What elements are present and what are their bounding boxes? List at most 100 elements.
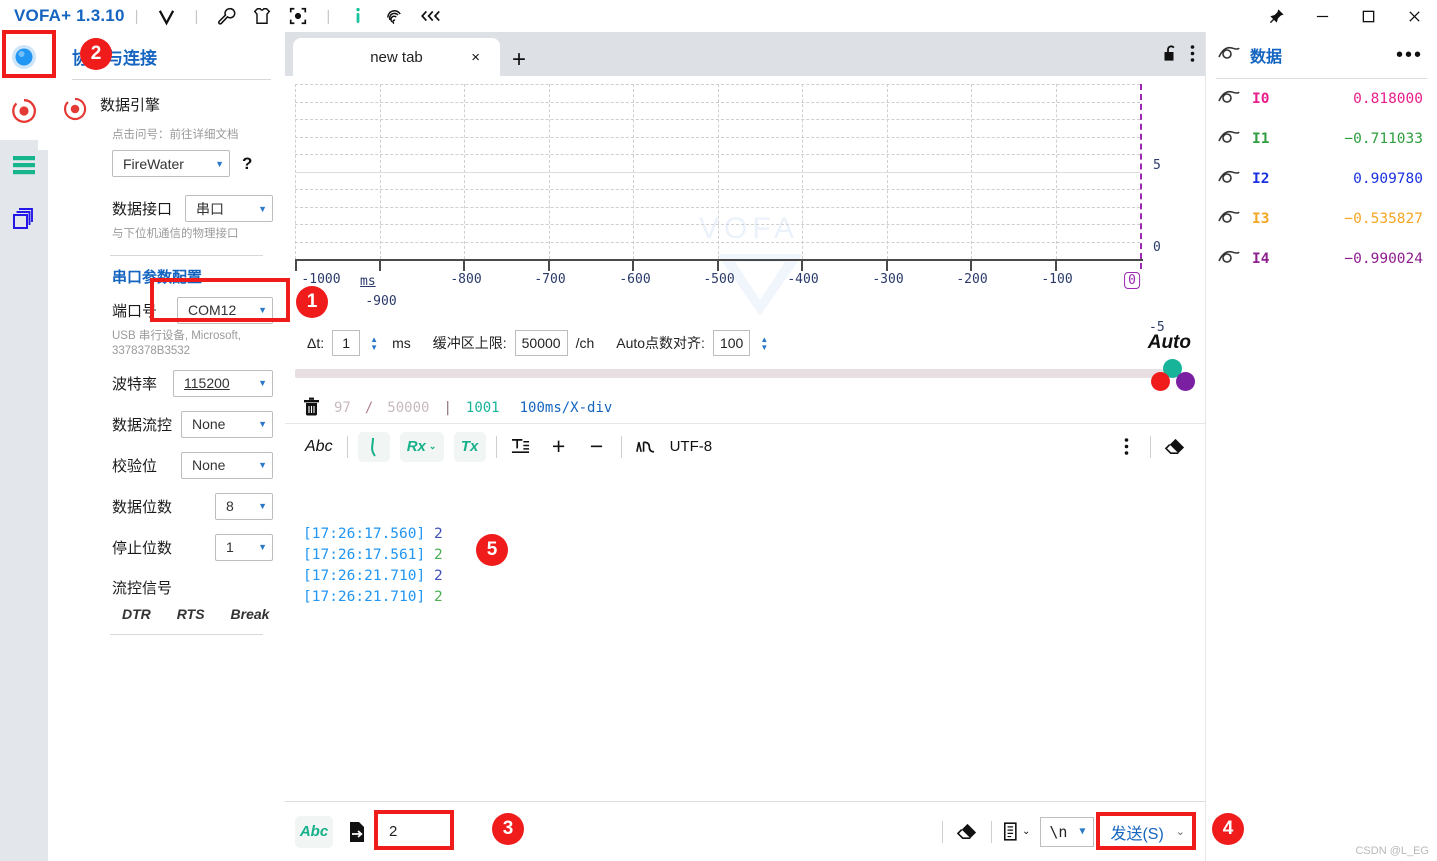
info-icon[interactable] bbox=[345, 3, 371, 29]
wrench-icon[interactable] bbox=[213, 3, 239, 29]
close-icon[interactable] bbox=[1391, 0, 1437, 32]
parity-value: None bbox=[192, 457, 226, 474]
break-button[interactable]: Break bbox=[231, 606, 270, 622]
target-icon[interactable] bbox=[285, 3, 311, 29]
slider-knob-purple[interactable] bbox=[1176, 372, 1195, 391]
y-tick-0: 0 bbox=[1153, 240, 1161, 255]
baudrate-value: 115200 bbox=[184, 375, 230, 392]
file-send-icon[interactable] bbox=[343, 818, 371, 846]
data-engine-select[interactable]: FireWater ▼ bbox=[112, 150, 230, 177]
parity-select[interactable]: None ▼ bbox=[181, 451, 273, 479]
flowcontrol-label: 数据流控 bbox=[112, 416, 173, 434]
add-tab-button[interactable]: + bbox=[512, 48, 526, 72]
send-button[interactable]: 发送(S) ⌄ bbox=[1104, 820, 1191, 844]
log-line: [17:26:21.710] 2 bbox=[303, 566, 1205, 587]
send-input[interactable] bbox=[381, 816, 933, 847]
data-panel-more-button[interactable]: ••• bbox=[1396, 44, 1423, 67]
sidebar-item-connection[interactable] bbox=[0, 32, 48, 86]
more-vertical-icon[interactable] bbox=[1112, 433, 1140, 461]
baudrate-select[interactable]: 115200 ▼ bbox=[173, 369, 273, 397]
chevron-down-icon: ▼ bbox=[258, 378, 267, 389]
x-tick-label-3: -700 bbox=[534, 272, 566, 287]
annotation-badge-1: 1 bbox=[296, 286, 328, 318]
sample-rate: 1001 bbox=[465, 400, 500, 416]
increase-font-button[interactable]: + bbox=[545, 433, 573, 461]
eye-icon[interactable] bbox=[1218, 89, 1240, 110]
record-icon bbox=[10, 97, 38, 130]
eraser-icon[interactable] bbox=[1161, 433, 1189, 461]
eye-icon[interactable] bbox=[1218, 129, 1240, 150]
slider-track[interactable] bbox=[295, 369, 1169, 378]
eye-icon[interactable] bbox=[1218, 249, 1240, 270]
delta-t-label: Δt: bbox=[307, 335, 325, 351]
panel-divider bbox=[72, 79, 271, 80]
data-panel-header: 数据 ••• bbox=[1206, 32, 1437, 78]
shirt-icon[interactable] bbox=[249, 3, 275, 29]
rts-button[interactable]: RTS bbox=[177, 606, 205, 622]
more-vertical-icon[interactable] bbox=[1190, 44, 1195, 68]
decrease-font-button[interactable]: − bbox=[583, 433, 611, 461]
tab-new-tab[interactable]: new tab × bbox=[293, 38, 500, 76]
timeline-slider[interactable] bbox=[285, 359, 1205, 391]
unlock-icon[interactable] bbox=[1162, 44, 1180, 68]
eye-icon[interactable] bbox=[1218, 209, 1240, 230]
delta-t-stepper[interactable]: ▲ ▼ bbox=[370, 335, 378, 351]
cursor-position-badge[interactable]: 0 bbox=[1124, 272, 1140, 289]
vofa-logo-icon[interactable] bbox=[154, 3, 180, 29]
waveform-plot-area[interactable]: VOFA 5 0 -5 -1000 ms -900 -800 -700 -600… bbox=[285, 76, 1205, 335]
terminal-log[interactable]: [17:26:17.560] 2 [17:26:17.561] 2 [17:26… bbox=[285, 510, 1205, 801]
data-row-i2[interactable]: I2 0.909780 bbox=[1206, 159, 1437, 199]
buffer-limit-input[interactable]: 50000 bbox=[514, 330, 568, 356]
chevron-down-icon: ▼ bbox=[258, 460, 267, 471]
history-icon[interactable]: ⌄ bbox=[1002, 818, 1030, 846]
auto-mode-label[interactable]: Auto bbox=[1148, 332, 1191, 354]
fingerprint-icon[interactable] bbox=[381, 3, 407, 29]
log-timestamp: [17:26:21.710] bbox=[303, 589, 426, 605]
data-interface-select[interactable]: 串口 ▼ bbox=[185, 195, 273, 222]
databits-select[interactable]: 8 ▼ bbox=[215, 492, 273, 520]
slider-knob-red[interactable] bbox=[1151, 372, 1170, 391]
sidebar-item-windows[interactable] bbox=[0, 194, 48, 248]
maximize-icon[interactable] bbox=[1345, 0, 1391, 32]
data-interface-value: 串口 bbox=[196, 200, 224, 217]
dtr-button[interactable]: DTR bbox=[122, 606, 151, 622]
data-row-i1[interactable]: I1 −0.711033 bbox=[1206, 119, 1437, 159]
data-row-i0[interactable]: I0 0.818000 bbox=[1206, 79, 1437, 119]
data-row-i4[interactable]: I4 −0.990024 bbox=[1206, 239, 1437, 279]
tx-toggle[interactable]: Tx bbox=[453, 431, 486, 462]
text-indent-icon[interactable] bbox=[507, 433, 535, 461]
eye-icon[interactable] bbox=[1218, 169, 1240, 190]
line-ending-select[interactable]: \n ▼ bbox=[1040, 816, 1095, 847]
curve-icon[interactable] bbox=[357, 431, 390, 462]
sidebar-item-menu[interactable] bbox=[0, 140, 48, 194]
tab-bar-actions bbox=[1162, 44, 1195, 68]
flowcontrol-select[interactable]: None ▼ bbox=[181, 410, 273, 438]
sidebar-item-record[interactable] bbox=[0, 86, 48, 150]
send-format-button[interactable]: Abc bbox=[295, 815, 333, 848]
trash-icon[interactable] bbox=[303, 397, 320, 420]
eye-icon[interactable] bbox=[1218, 45, 1240, 66]
x-tick-label-1: -900 bbox=[365, 294, 397, 309]
minimize-icon[interactable] bbox=[1299, 0, 1345, 32]
delta-t-input[interactable]: 1 bbox=[332, 330, 361, 356]
port-select[interactable]: COM12 ▼ bbox=[177, 296, 273, 324]
eraser-icon[interactable] bbox=[953, 818, 981, 846]
stopbits-select[interactable]: 1 ▼ bbox=[215, 533, 273, 561]
x-tick-label-7: -300 bbox=[872, 272, 904, 287]
auto-align-input[interactable]: 100 bbox=[712, 330, 751, 356]
auto-align-stepper[interactable]: ▲ ▼ bbox=[760, 335, 768, 351]
port-hint: USB 串行设备, Microsoft, 3378378B3532 bbox=[112, 329, 242, 358]
wave-icon[interactable] bbox=[632, 433, 660, 461]
abc-format-button[interactable]: Abc bbox=[305, 438, 333, 456]
cursor-line[interactable] bbox=[1140, 84, 1142, 269]
tab-close-icon[interactable]: × bbox=[471, 49, 480, 66]
rx-toggle[interactable]: Rx ⌄ bbox=[399, 431, 444, 462]
data-row-i3[interactable]: I3 −0.535827 bbox=[1206, 199, 1437, 239]
plot-canvas[interactable]: VOFA bbox=[295, 84, 1142, 316]
log-timestamp: [17:26:17.561] bbox=[303, 547, 426, 563]
pin-icon[interactable] bbox=[1253, 0, 1299, 32]
help-question-mark[interactable]: ? bbox=[242, 154, 252, 174]
collapse-left-icon[interactable] bbox=[417, 3, 443, 29]
flowcontrol-value: None bbox=[192, 416, 226, 433]
encoding-label[interactable]: UTF-8 bbox=[670, 438, 713, 455]
